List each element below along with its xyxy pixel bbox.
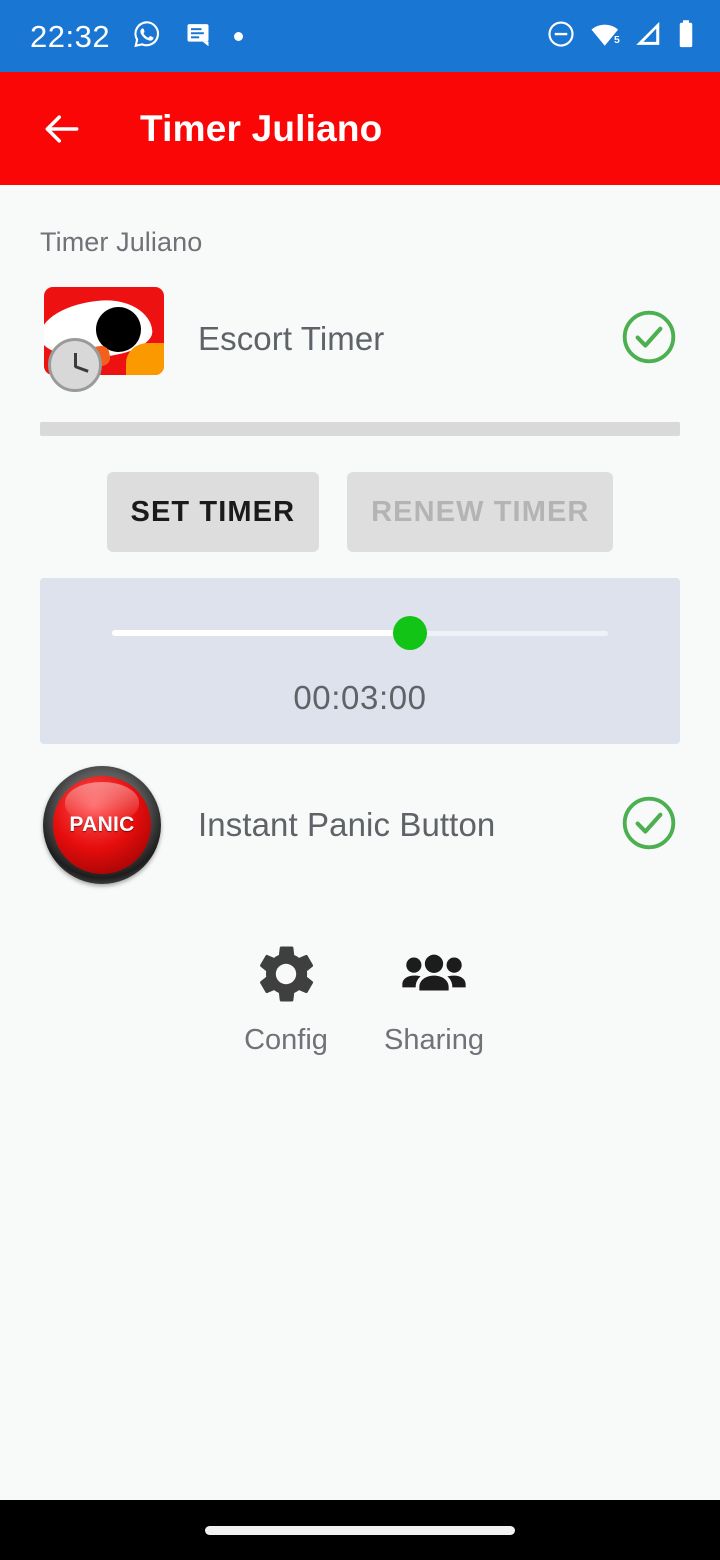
status-bar: 22:32 5 xyxy=(0,0,720,72)
main-content: Timer Juliano Escort Timer SET TIMER REN… xyxy=(0,185,720,1500)
escort-timer-label: Escort Timer xyxy=(198,320,385,357)
do-not-disturb-icon xyxy=(546,19,576,54)
timer-progress-bar xyxy=(40,422,680,436)
escort-timer-status-badge[interactable] xyxy=(618,306,680,373)
status-bar-right: 5 xyxy=(546,19,696,54)
renew-timer-button: RENEW TIMER xyxy=(347,472,614,552)
sharing-action[interactable]: Sharing xyxy=(379,938,489,1057)
status-bar-clock: 22:32 xyxy=(30,18,111,54)
timer-duration-slider[interactable] xyxy=(112,613,608,653)
timer-button-row: SET TIMER RENEW TIMER xyxy=(0,472,720,552)
config-action-label: Config xyxy=(244,1024,328,1056)
config-action[interactable]: Config xyxy=(231,938,341,1057)
instant-panic-button-row[interactable]: PANIC Instant Panic Button xyxy=(0,764,720,886)
check-circle-icon xyxy=(622,796,676,849)
svg-text:5: 5 xyxy=(614,35,620,46)
phone-screen: 22:32 5 Timer Juliano Timer Juliano Esco… xyxy=(0,0,720,1560)
instant-panic-button-icon: PANIC xyxy=(40,766,164,884)
battery-icon xyxy=(676,19,696,54)
system-navigation-bar xyxy=(0,1500,720,1560)
page-title: Timer Juliano xyxy=(140,107,383,149)
dot-indicator-icon xyxy=(234,31,244,41)
gear-icon xyxy=(252,938,320,1010)
people-group-icon xyxy=(400,938,468,1010)
app-bar: Timer Juliano xyxy=(0,72,720,185)
whatsapp-icon xyxy=(132,19,162,54)
escort-timer-app-icon xyxy=(40,287,164,392)
cellular-signal-icon xyxy=(636,20,662,53)
panic-icon-text: PANIC xyxy=(69,813,135,836)
wifi-icon: 5 xyxy=(590,19,622,54)
message-note-icon xyxy=(184,20,212,53)
instant-panic-status-badge[interactable] xyxy=(618,792,680,859)
set-timer-button[interactable]: SET TIMER xyxy=(106,472,320,552)
action-row: Config Sharing xyxy=(0,938,720,1057)
home-gesture-pill[interactable] xyxy=(205,1525,515,1535)
slider-track-active xyxy=(112,630,410,636)
slider-thumb[interactable] xyxy=(392,616,427,650)
escort-timer-row[interactable]: Escort Timer xyxy=(0,278,720,400)
arrow-left-icon xyxy=(45,114,79,143)
sharing-action-label: Sharing xyxy=(384,1024,484,1056)
check-circle-icon xyxy=(622,310,676,363)
instant-panic-button-label: Instant Panic Button xyxy=(198,806,496,843)
section-label: Timer Juliano xyxy=(40,227,203,257)
back-button[interactable] xyxy=(34,101,90,157)
status-bar-left: 22:32 xyxy=(30,18,244,54)
duration-value-label: 00:03:00 xyxy=(293,679,427,716)
duration-slider-panel: 00:03:00 xyxy=(40,578,680,744)
